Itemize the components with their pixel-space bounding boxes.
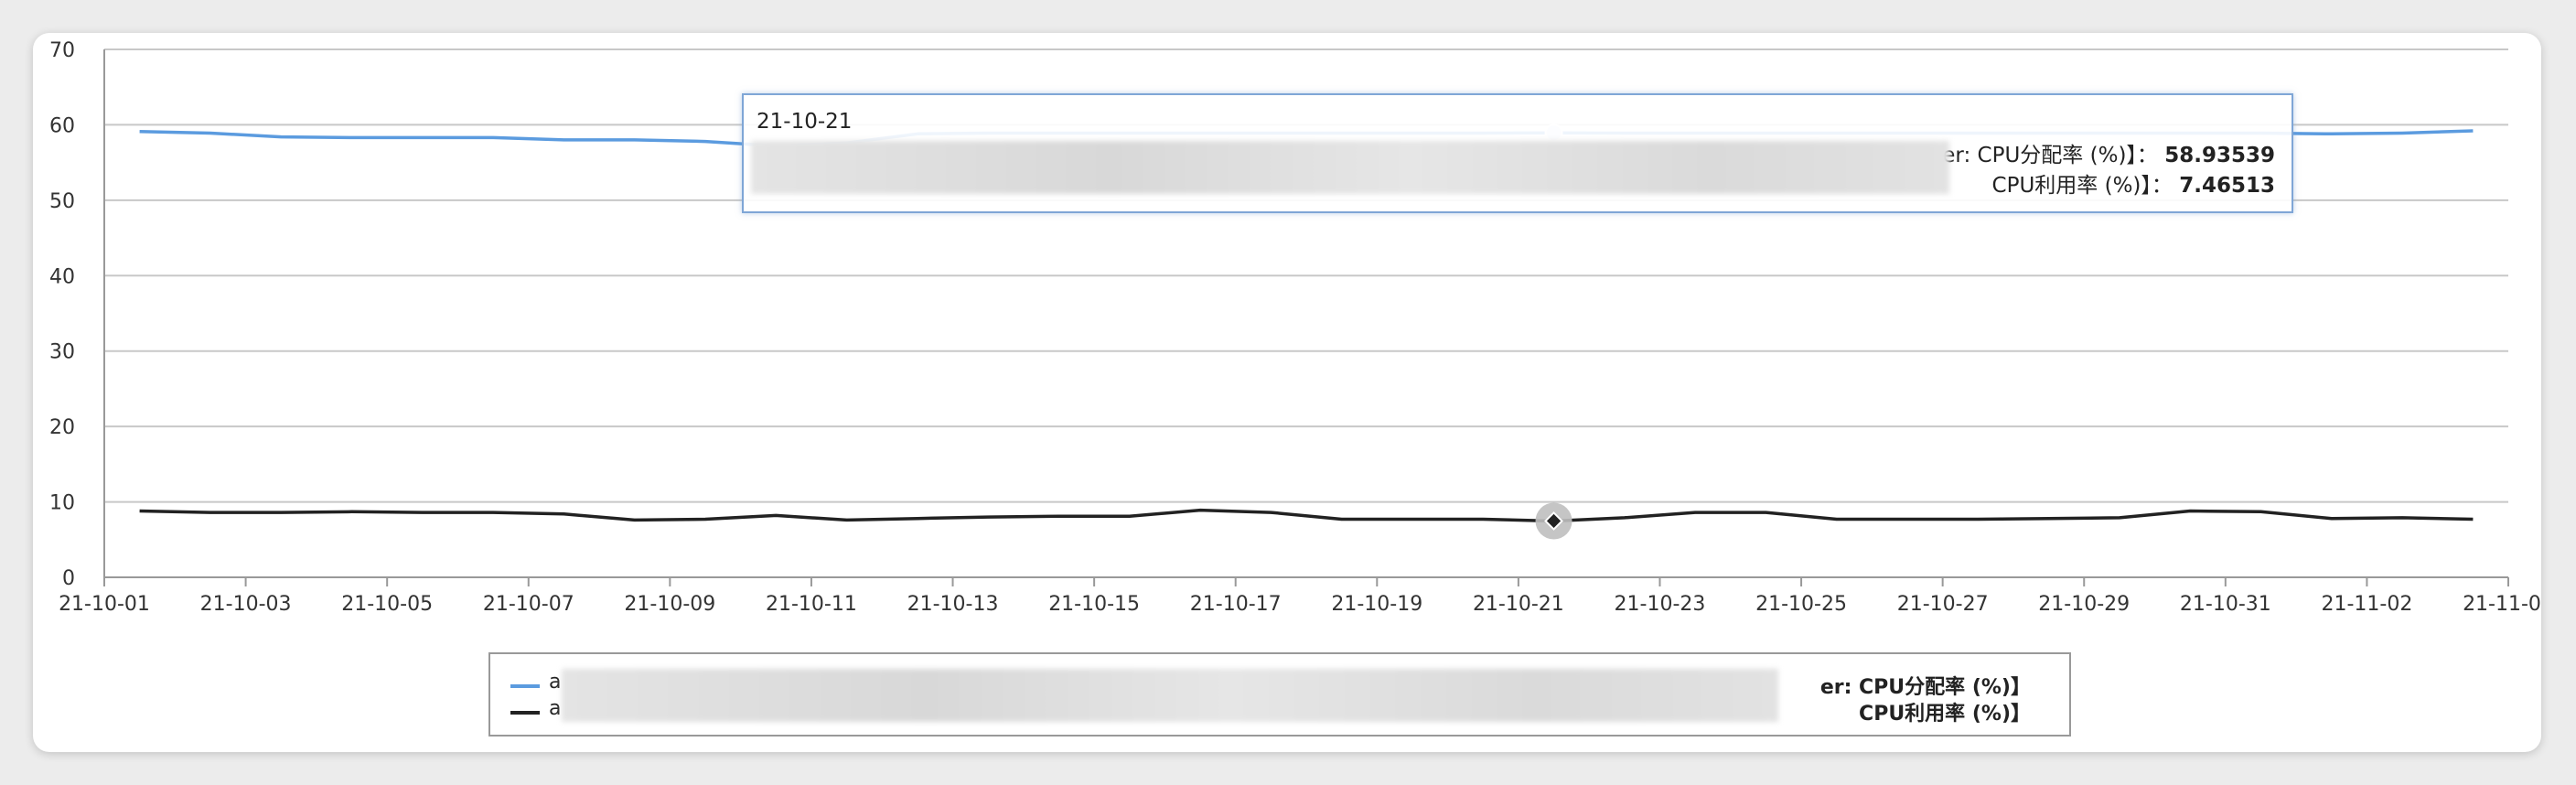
y-tick-label: 70 [49,39,75,62]
series-line-1 [139,508,2474,523]
tooltip-row-value: 7.46513 [2179,174,2275,198]
y-tick-labels: 0 10 20 30 40 50 60 70 [49,39,75,590]
tooltip-row-allocation: er: CPU分配率 (%)】： 58.93539 [1942,137,2275,168]
redacted-text [562,669,1778,722]
y-tick-label: 50 [49,190,75,213]
tooltip-row-value: 58.93539 [2164,144,2275,167]
x-tick-label: 21-10-27 [1897,593,1989,616]
x-tick-label: 21-10-21 [1473,593,1564,616]
legend-swatch-allocation [510,684,540,688]
x-tick-label: 21-10-03 [200,593,292,616]
x-tick-label: 21-11-02 [2321,593,2412,616]
chart-legend: a er: CPU分配率 (%)】 a CPU利用率 (%)】 [488,652,2071,737]
x-tick-label: 21-10-01 [59,593,150,616]
y-tick-label: 40 [49,265,75,288]
x-tick-label: 21-10-13 [907,593,999,616]
x-tick-label: 21-10-15 [1048,593,1140,616]
tooltip-row-utilization: CPU利用率 (%)】： 7.46513 [1992,167,2275,199]
x-tick-label: 21-10-23 [1615,593,1706,616]
x-tick-label: 21-10-09 [624,593,715,616]
x-tick-label: 21-10-29 [2038,593,2130,616]
x-tick-label: 21-10-19 [1331,593,1422,616]
legend-label-allocation: er: CPU分配率 (%)】 [1819,676,2031,699]
legend-swatch-utilization [510,711,540,715]
tooltip-date: 21-10-21 [757,110,853,134]
x-tick-label: 21-10-11 [766,593,857,616]
y-tick-label: 20 [49,416,75,439]
legend-label-prefix: a [549,671,562,694]
x-tick-label: 21-10-07 [483,593,574,616]
legend-label-prefix: a [549,697,562,720]
y-tick-label: 10 [49,492,75,515]
x-tick-label: 21-10-31 [2180,593,2271,616]
tooltip-row-label: CPU利用率 (%)】： [1991,174,2173,198]
x-tick-label: 21-10-17 [1190,593,1282,616]
chart-card: 0 10 20 30 40 50 60 70 21-10-01 21-10-03 21-10-05… [33,33,2541,752]
x-tick-labels: 21-10-01 21-10-03 21-10-05 21-10-07 21-10-09… [59,593,2541,616]
legend-label-utilization: CPU利用率 (%)】 [1859,703,2031,726]
x-tick-label: 21-10-25 [1755,593,1847,616]
y-tick-label: 0 [62,567,75,590]
x-tick-label: 21-10-05 [341,593,433,616]
tooltip-row-label: er: CPU分配率 (%)】： [1942,144,2158,167]
y-tick-label: 60 [49,114,75,137]
y-tick-label: 30 [49,341,75,364]
chart-tooltip: 21-10-21 er: CPU分配率 (%)】： 58.93539 CPU利用… [742,93,2293,213]
redacted-text [751,141,1949,194]
x-tick-label: 21-11-04 [2463,593,2541,616]
